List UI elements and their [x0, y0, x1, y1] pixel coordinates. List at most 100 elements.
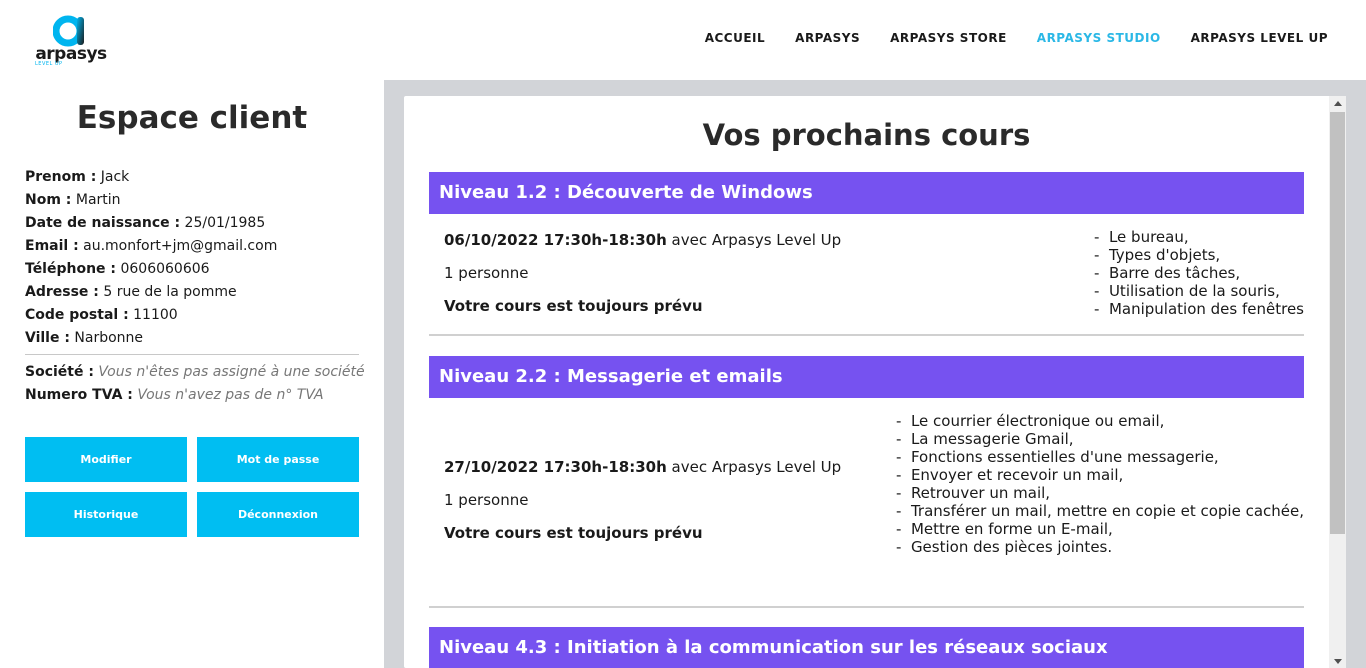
course-status: Votre cours est toujours prévu: [444, 524, 703, 542]
scrollbar[interactable]: [1329, 96, 1346, 668]
scroll-up-arrow-icon: [1333, 100, 1342, 106]
info-nom: Nom : Martin: [25, 191, 359, 214]
history-button[interactable]: Historique: [25, 492, 187, 537]
topic-text: Transférer un mail, mettre en copie et c…: [910, 502, 1304, 520]
field-label: Téléphone :: [25, 261, 117, 277]
course-divider: [429, 606, 1304, 608]
field-value: Jack: [100, 169, 130, 185]
nav-accueil[interactable]: ACCUEIL: [705, 31, 765, 45]
field-label: Société :: [25, 364, 94, 380]
field-value: Martin: [75, 192, 121, 208]
topic-item: - Mettre en forme un E-mail,: [895, 520, 1113, 538]
course-body: 06/10/2022 17:30h-18:30h avec Arpasys Le…: [429, 214, 1304, 336]
field-label: Numero TVA :: [25, 387, 133, 403]
course-datetime-value: 06/10/2022 17:30h-18:30h: [444, 231, 667, 249]
field-label: Email :: [25, 238, 79, 254]
course-title: Niveau 1.2 : Découverte de Windows: [429, 172, 1304, 214]
topic-text: Retrouver un mail,: [910, 484, 1051, 502]
course-datetime: 06/10/2022 17:30h-18:30h avec Arpasys Le…: [444, 231, 841, 249]
topic-item: - Manipulation des fenêtres: [1094, 300, 1304, 318]
topic-item: - Le courrier électronique ou email,: [895, 412, 1165, 430]
field-value: 25/01/1985: [184, 215, 266, 231]
page-title: Vos prochains cours: [702, 118, 1031, 152]
field-label: Prenom :: [25, 169, 97, 185]
course-card: Niveau 1.2 : Découverte de Windows 06/10…: [429, 172, 1304, 336]
topic-text: Envoyer et recevoir un mail,: [910, 466, 1124, 484]
main-nav: ACCUEIL ARPASYS ARPASYS STORE ARPASYS ST…: [705, 31, 1328, 45]
info-divider: [25, 354, 359, 355]
course-topics: - Le bureau, - Types d'objets, - Barre d…: [1094, 228, 1304, 318]
account-actions: Modifier Mot de passe Historique Déconne…: [25, 437, 359, 537]
course-topics: - Le courrier électronique ou email, - L…: [896, 412, 1304, 556]
logout-button[interactable]: Déconnexion: [197, 492, 359, 537]
site-header: arpasys LEVEL UP ACCUEIL ARPASYS ARPASYS…: [0, 0, 1366, 80]
topic-item: - Barre des tâches,: [1094, 264, 1241, 282]
field-label: Ville :: [25, 330, 70, 346]
field-value: Vous n'êtes pas assigné à une société: [98, 364, 365, 380]
scroll-thumb[interactable]: [1330, 112, 1345, 534]
field-label: Date de naissance :: [25, 215, 181, 231]
scroll-down-button[interactable]: [1329, 654, 1346, 668]
topic-text: Manipulation des fenêtres: [1108, 300, 1304, 318]
topic-item: - Le bureau,: [1094, 228, 1189, 246]
topic-item: - Envoyer et recevoir un mail,: [895, 466, 1124, 484]
info-date-naissance: Date de naissance : 25/01/1985: [25, 214, 359, 237]
course-with: avec Arpasys Level Up: [671, 458, 842, 476]
field-label: Code postal :: [25, 307, 129, 323]
topic-text: Types d'objets,: [1108, 246, 1221, 264]
course-title: Niveau 4.3 : Initiation à la communicati…: [429, 627, 1304, 668]
course-with: avec Arpasys Level Up: [671, 231, 842, 249]
field-label: Nom :: [25, 192, 72, 208]
modify-button[interactable]: Modifier: [25, 437, 187, 482]
client-sidebar: Espace client Prenom : Jack Nom : Martin…: [0, 80, 384, 668]
password-button[interactable]: Mot de passe: [197, 437, 359, 482]
field-label: Adresse :: [25, 284, 99, 300]
info-email: Email : au.monfort+jm@gmail.com: [25, 237, 359, 260]
arpasys-logo[interactable]: arpasys LEVEL UP: [33, 12, 109, 68]
info-prenom: Prenom : Jack: [25, 168, 359, 191]
course-divider: [429, 334, 1304, 336]
field-value: 11100: [133, 307, 178, 323]
logo-subtitle: LEVEL UP: [35, 61, 63, 67]
topic-text: Fonctions essentielles d'une messagerie,: [910, 448, 1219, 466]
topic-item: - Retrouver un mail,: [895, 484, 1051, 502]
info-numero-tva: Numero TVA : Vous n'avez pas de n° TVA: [25, 386, 359, 409]
nav-arpasys[interactable]: ARPASYS: [795, 31, 860, 45]
field-value: 0606060606: [120, 261, 210, 277]
course-people: 1 personne: [444, 491, 529, 509]
course-title: Niveau 2.2 : Messagerie et emails: [429, 356, 1304, 398]
info-telephone: Téléphone : 0606060606: [25, 260, 359, 283]
topic-item: - Gestion des pièces jointes.: [895, 538, 1113, 556]
course-card: Niveau 2.2 : Messagerie et emails 27/10/…: [429, 356, 1304, 608]
course-datetime-value: 27/10/2022 17:30h-18:30h: [444, 458, 667, 476]
info-code-postal: Code postal : 11100: [25, 306, 359, 329]
arpasys-logo-icon: [53, 15, 84, 47]
topic-text: Barre des tâches,: [1108, 264, 1241, 282]
info-adresse: Adresse : 5 rue de la pomme: [25, 283, 359, 306]
topic-text: Mettre en forme un E-mail,: [910, 520, 1113, 538]
course-people: 1 personne: [444, 264, 529, 282]
course-body: 27/10/2022 17:30h-18:30h avec Arpasys Le…: [429, 398, 1304, 608]
course-card: Niveau 4.3 : Initiation à la communicati…: [429, 627, 1304, 668]
topic-text: Le courrier électronique ou email,: [910, 412, 1165, 430]
nav-arpasys-store[interactable]: ARPASYS STORE: [890, 31, 1007, 45]
field-value: Vous n'avez pas de n° TVA: [137, 387, 324, 403]
info-ville: Ville : Narbonne: [25, 329, 359, 352]
topic-text: La messagerie Gmail,: [910, 430, 1074, 448]
scroll-up-button[interactable]: [1329, 96, 1346, 110]
field-value: au.monfort+jm@gmail.com: [83, 238, 278, 254]
topic-text: Le bureau,: [1108, 228, 1189, 246]
info-societe: Société : Vous n'êtes pas assigné à une …: [25, 363, 365, 386]
courses-panel: Vos prochains cours Niveau 1.2 : Découve…: [404, 96, 1346, 668]
topic-item: - Types d'objets,: [1094, 246, 1221, 264]
client-info: Prenom : Jack Nom : Martin Date de naiss…: [25, 168, 365, 409]
scroll-down-arrow-icon: [1333, 658, 1342, 664]
course-status: Votre cours est toujours prévu: [444, 297, 703, 315]
topic-text: Gestion des pièces jointes.: [910, 538, 1113, 556]
nav-arpasys-level-up[interactable]: ARPASYS LEVEL UP: [1191, 31, 1328, 45]
course-datetime: 27/10/2022 17:30h-18:30h avec Arpasys Le…: [444, 458, 841, 476]
topic-item: - Transférer un mail, mettre en copie et…: [895, 502, 1304, 520]
sidebar-title: Espace client: [76, 100, 308, 136]
field-value: 5 rue de la pomme: [103, 284, 237, 300]
nav-arpasys-studio[interactable]: ARPASYS STUDIO: [1037, 31, 1161, 45]
